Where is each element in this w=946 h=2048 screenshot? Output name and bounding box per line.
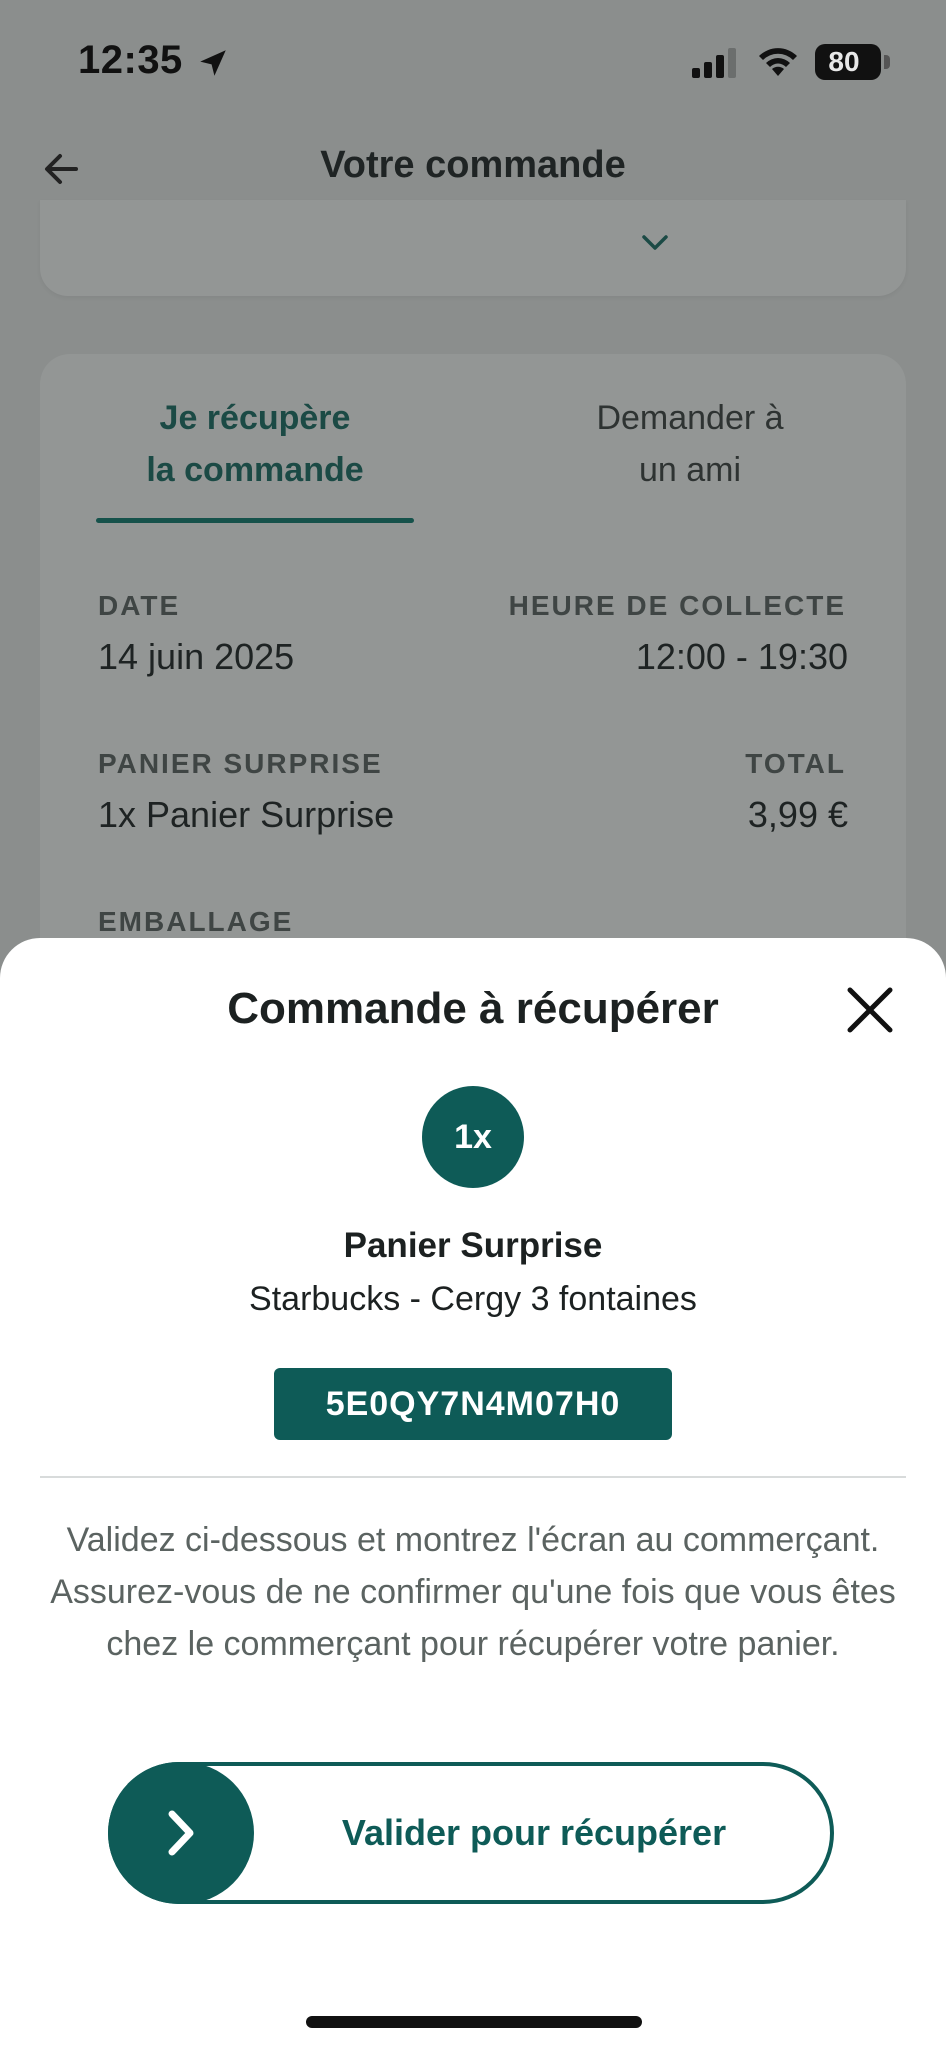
battery-cap [884, 55, 890, 69]
divider [40, 1476, 906, 1478]
tab-ask-friend[interactable]: Demander à un ami [540, 392, 840, 496]
slide-to-confirm-handle[interactable] [108, 1762, 254, 1904]
battery-level: 80 [828, 46, 860, 77]
pickup-time-value: 12:00 - 19:30 [635, 636, 848, 677]
product-name: Panier Surprise [343, 1226, 603, 1265]
wifi-icon [759, 48, 797, 76]
date-label: DATE [98, 590, 181, 621]
signal-icon [692, 48, 736, 78]
home-indicator [306, 2016, 642, 2028]
chevron-right-icon [168, 1810, 194, 1856]
store-name: Starbucks - Cergy 3 fontaines [249, 1280, 697, 1318]
close-icon[interactable] [840, 980, 900, 1040]
pickup-instructions: Validez ci-dessous et montrez l'écran au… [50, 1521, 896, 1663]
date-value: 14 juin 2025 [98, 636, 295, 677]
chevron-down-icon[interactable] [640, 232, 670, 254]
status-time: 12:35 [78, 38, 183, 82]
pickup-time-label: HEURE DE COLLECTE [508, 590, 846, 621]
quantity-badge: 1x [422, 1086, 524, 1188]
tab-label-line: la commande [146, 451, 364, 489]
tab-label-line: Je récupère [159, 399, 351, 437]
packaging-label: EMBALLAGE [98, 906, 294, 937]
total-label: TOTAL [745, 748, 846, 779]
total-value: 3,99 € [747, 794, 848, 835]
basket-value: 1x Panier Surprise [98, 794, 395, 835]
slide-to-confirm-label: Valider pour récupérer [341, 1812, 727, 1853]
sheet-title: Commande à récupérer [227, 984, 719, 1033]
page-title: Votre commande [320, 144, 626, 186]
active-tab-indicator [96, 518, 414, 523]
collapsed-info-card[interactable] [40, 200, 906, 296]
location-arrow-icon [200, 50, 226, 76]
basket-label: PANIER SURPRISE [98, 748, 383, 779]
tab-pickup-self[interactable]: Je récupère la commande [96, 392, 414, 496]
tab-label-line: un ami [638, 451, 742, 489]
tab-label-line: Demander à [596, 399, 784, 437]
order-code: 5E0QY7N4M07H0 [274, 1368, 672, 1440]
